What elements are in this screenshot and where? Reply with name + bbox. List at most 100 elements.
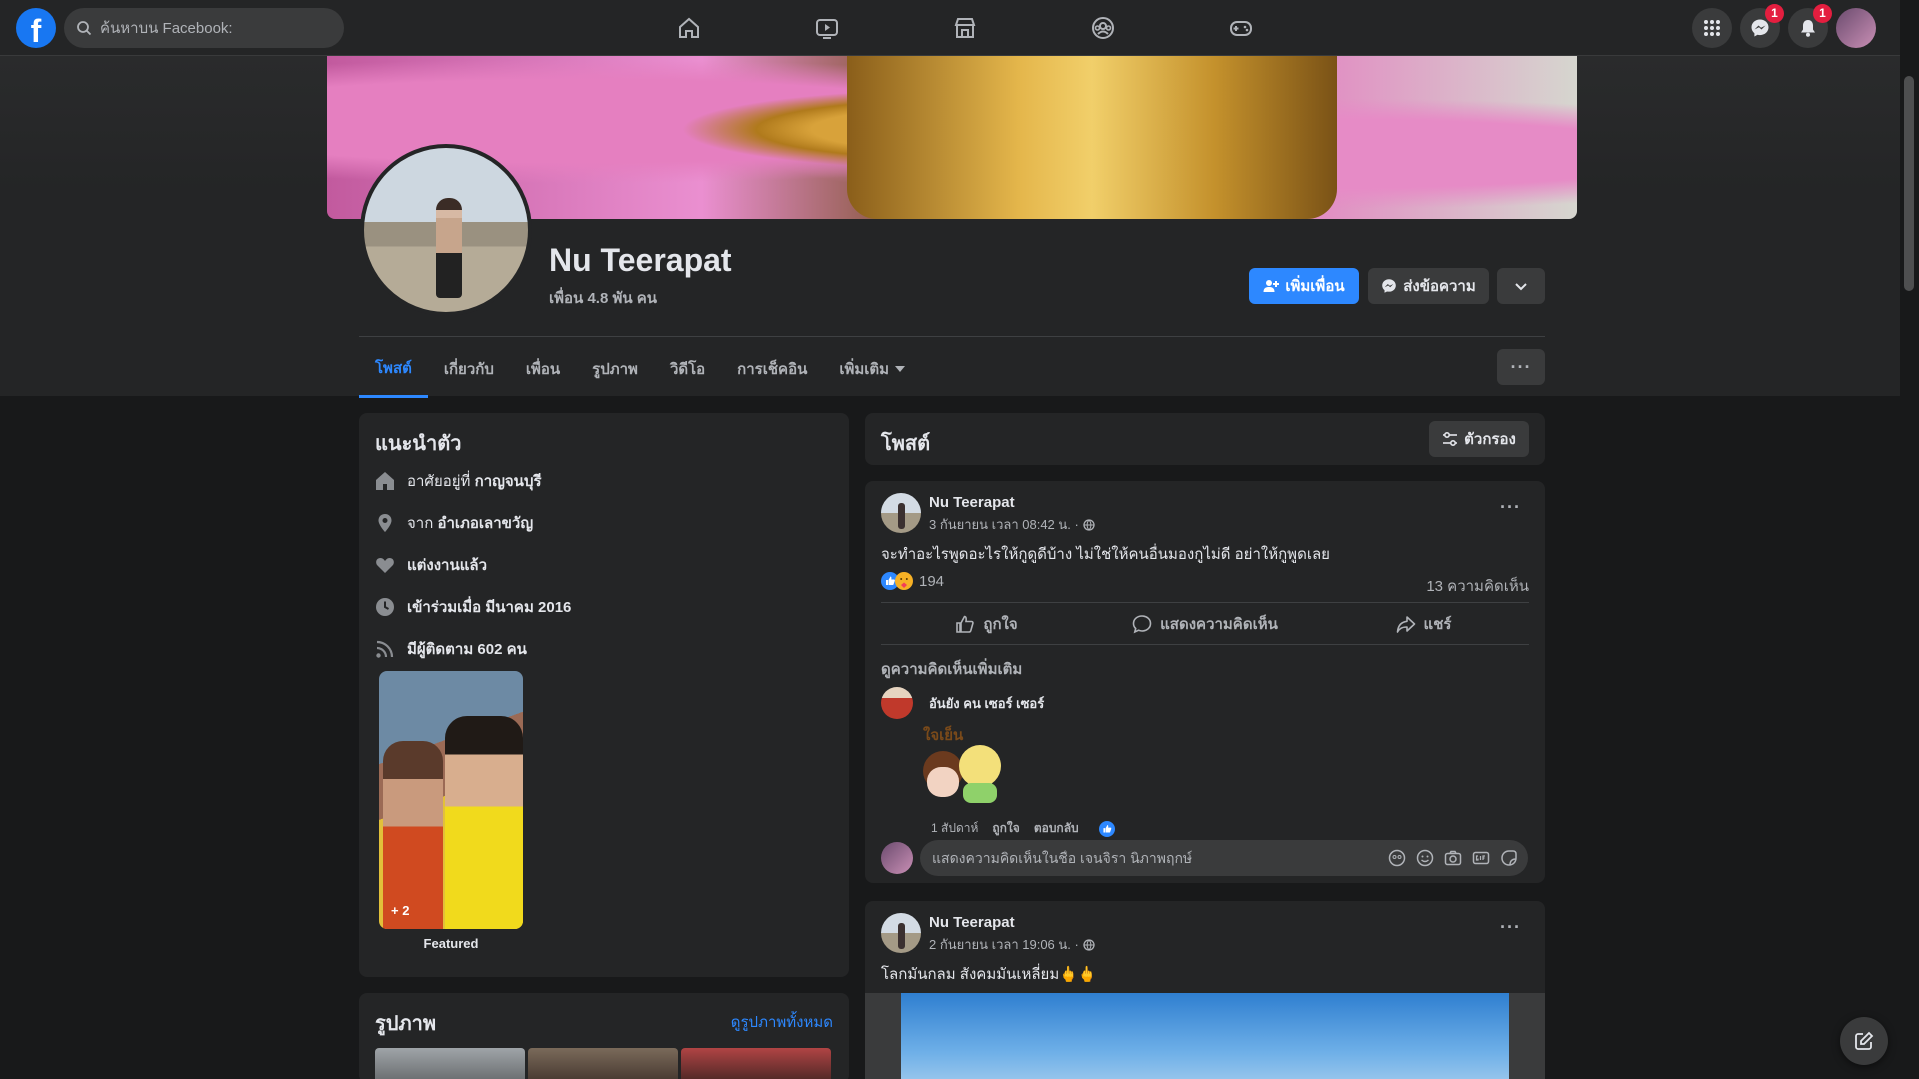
- messenger-button[interactable]: 1: [1740, 4, 1784, 48]
- groups-icon: [1092, 17, 1114, 39]
- tab-videos[interactable]: วิดีโอ: [654, 340, 721, 398]
- comment-reply-link[interactable]: ตอบกลับ: [1034, 819, 1079, 838]
- nav-home[interactable]: [620, 0, 758, 56]
- post-author-avatar[interactable]: [881, 913, 921, 953]
- scrollbar-thumb[interactable]: [1904, 76, 1914, 291]
- tab-about[interactable]: เกี่ยวกับ: [428, 340, 510, 398]
- like-button[interactable]: ถูกใจ: [881, 604, 1092, 644]
- comment-bubble-icon: [1132, 615, 1152, 634]
- profile-picture[interactable]: [360, 144, 532, 316]
- tab-more[interactable]: เพิ่มเติม: [823, 340, 921, 398]
- send-message-label: ส่งข้อความ: [1403, 278, 1476, 295]
- send-message-button[interactable]: ส่งข้อความ: [1368, 268, 1489, 304]
- messenger-badge: 1: [1765, 4, 1784, 23]
- post-options-icon[interactable]: ···: [1500, 497, 1521, 518]
- tab-more-label: เพิ่มเติม: [839, 361, 890, 378]
- tabs-more-options-button[interactable]: ···: [1497, 349, 1545, 385]
- photo-thumbnail[interactable]: [528, 1048, 678, 1079]
- view-more-comments-link[interactable]: ดูความคิดเห็นเพิ่มเติม: [881, 657, 1022, 681]
- profile-options-button[interactable]: [1497, 268, 1545, 304]
- tab-photos[interactable]: รูปภาพ: [576, 340, 654, 398]
- post-author-name[interactable]: Nu Teerapat: [929, 914, 1015, 931]
- location-pin-icon: [378, 514, 392, 532]
- comment-count[interactable]: 13 ความคิดเห็น: [1426, 574, 1529, 598]
- account-avatar[interactable]: [1836, 8, 1876, 48]
- nav-watch[interactable]: [758, 0, 896, 56]
- post-timestamp-text[interactable]: 3 กันยายน เวลา 08:42 น. ·: [929, 514, 1079, 535]
- caret-down-icon: [895, 366, 906, 372]
- camera-icon[interactable]: [1444, 849, 1462, 867]
- intro-from-place[interactable]: อำเภอเลาขวัญ: [437, 515, 533, 532]
- emoji-icon[interactable]: [1416, 849, 1434, 867]
- tab-posts[interactable]: โพสต์: [359, 340, 428, 398]
- post-options-icon[interactable]: ···: [1500, 917, 1521, 938]
- search-icon: [77, 21, 92, 36]
- add-friend-button[interactable]: เพิ่มเพื่อน: [1249, 268, 1359, 304]
- search-box[interactable]: [64, 8, 344, 48]
- commenter-name[interactable]: อันยัง คน เซอร์ เซอร์: [929, 693, 1044, 714]
- post-card: Nu Teerapat 3 กันยายน เวลา 08:42 น. · ··…: [865, 481, 1545, 883]
- search-input[interactable]: [100, 19, 320, 37]
- sticker-icon[interactable]: [1500, 849, 1518, 867]
- featured-photo-figure: [383, 741, 443, 929]
- filter-button[interactable]: ตัวกรอง: [1429, 421, 1529, 457]
- top-navigation-bar: f 1 1: [0, 0, 1900, 56]
- account-controls: 1 1: [1692, 4, 1876, 48]
- care-reaction-icon: [895, 572, 913, 590]
- see-all-photos-link[interactable]: ดูรูปภาพทั้งหมด: [731, 1010, 833, 1034]
- page-scrollbar[interactable]: [1900, 56, 1919, 1079]
- photos-title: รูปภาพ: [375, 1013, 437, 1035]
- home-icon: [679, 17, 699, 38]
- nav-groups[interactable]: [1034, 0, 1172, 56]
- intro-joined: เข้าร่วมเมื่อ มีนาคม 2016: [375, 595, 571, 619]
- post-author-name[interactable]: Nu Teerapat: [929, 494, 1015, 511]
- nav-marketplace[interactable]: [896, 0, 1034, 56]
- post-text: โลกมันกลม สังคมมันเหลี่ยม🖕🖕: [881, 966, 1097, 983]
- post-photo[interactable]: [901, 993, 1509, 1079]
- comment-time[interactable]: 1 สัปดาห์: [931, 819, 978, 838]
- menu-button[interactable]: [1692, 8, 1732, 48]
- photo-thumbnail[interactable]: [375, 1048, 525, 1079]
- featured-photo-figure: [445, 716, 523, 929]
- notifications-button[interactable]: 1: [1788, 4, 1832, 48]
- thumbs-up-icon: [956, 615, 975, 633]
- messenger-icon: [1751, 19, 1769, 37]
- new-message-button[interactable]: [1840, 1017, 1888, 1065]
- comment-like-link[interactable]: ถูกใจ: [992, 819, 1019, 838]
- intro-followers-text[interactable]: มีผู้ติดตาม 602 คน: [407, 637, 527, 661]
- featured-photo[interactable]: + 2: [379, 671, 523, 929]
- comment-label: แสดงความคิดเห็น: [1160, 616, 1278, 633]
- comment-button[interactable]: แสดงความคิดเห็น: [1100, 604, 1311, 644]
- comment-actions: 1 สัปดาห์ ถูกใจ ตอบกลับ: [931, 819, 1115, 838]
- posts-title: โพสต์: [881, 433, 931, 455]
- comment-composer[interactable]: [920, 840, 1528, 876]
- facebook-logo-icon[interactable]: f: [16, 8, 56, 48]
- reaction-summary[interactable]: 194: [881, 572, 944, 590]
- tab-checkins[interactable]: การเช็คอิน: [721, 340, 823, 398]
- avatar-sticker-icon[interactable]: [1388, 849, 1406, 867]
- nav-gaming[interactable]: [1172, 0, 1310, 56]
- sticker-character: [959, 745, 1001, 787]
- photo-thumbnail[interactable]: [681, 1048, 831, 1079]
- marketplace-icon: [954, 18, 976, 38]
- messenger-icon: [1382, 279, 1397, 293]
- share-button[interactable]: แชร์: [1318, 604, 1529, 644]
- reaction-count: 194: [919, 572, 945, 590]
- comment-input[interactable]: [932, 850, 1372, 866]
- watch-video-icon: [816, 19, 838, 39]
- tab-friends[interactable]: เพื่อน: [510, 340, 576, 398]
- commenter-avatar[interactable]: [881, 687, 913, 719]
- intro-lives-city[interactable]: กาญจนบุรี: [475, 473, 542, 490]
- gif-icon[interactable]: [1472, 849, 1490, 867]
- comment-sticker[interactable]: ใจเย็น: [919, 723, 1003, 809]
- post-timestamp: 3 กันยายน เวลา 08:42 น. ·: [929, 514, 1095, 535]
- current-user-avatar[interactable]: [881, 842, 913, 874]
- sticker-character-body: [963, 783, 997, 803]
- intro-from: จาก อำเภอเลาขวัญ: [375, 511, 533, 535]
- profile-name: Nu Teerapat: [549, 242, 732, 278]
- post-author-avatar[interactable]: [881, 493, 921, 533]
- post-timestamp-text[interactable]: 2 กันยายน เวลา 19:06 น. ·: [929, 934, 1079, 955]
- heart-icon: [376, 558, 394, 573]
- profile-friend-count[interactable]: เพื่อน 4.8 พัน คน: [549, 286, 657, 310]
- post-actions: ถูกใจ แสดงความคิดเห็น แชร์: [881, 604, 1529, 644]
